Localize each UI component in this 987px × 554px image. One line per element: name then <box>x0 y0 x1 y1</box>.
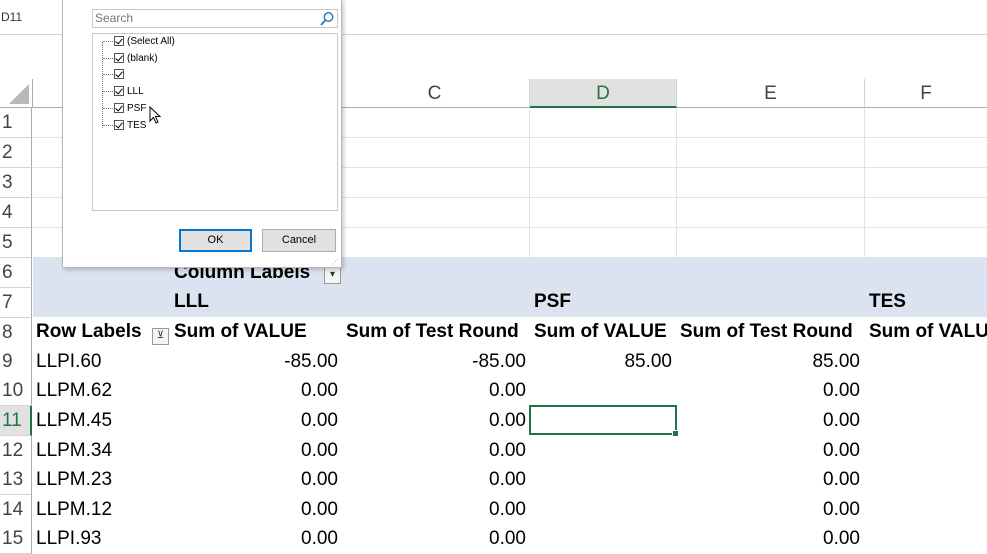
column-header-f[interactable]: F <box>865 79 987 108</box>
row-header-1[interactable]: 1 <box>0 108 32 138</box>
value-cell[interactable]: -85.00 <box>346 347 526 377</box>
checkbox-checked-icon[interactable] <box>114 53 124 64</box>
pivot-header-sum-value: Sum of VALUE <box>534 321 667 342</box>
value-cell[interactable]: 0.00 <box>174 495 338 525</box>
row-header-7[interactable]: 7 <box>0 288 32 318</box>
value-cell[interactable]: 0.00 <box>680 495 860 525</box>
row-label[interactable]: LLPM.23 <box>36 465 112 495</box>
mouse-pointer-icon <box>149 106 162 124</box>
value-cell[interactable]: 0.00 <box>346 406 526 436</box>
filter-funnel-icon: ⊻ <box>156 330 165 341</box>
dropdown-arrow-icon: ▾ <box>329 269 336 280</box>
gridline <box>676 108 677 258</box>
value-cell[interactable]: 85.00 <box>534 347 672 377</box>
active-cell-d11[interactable] <box>529 405 679 437</box>
row-label[interactable]: LLPM.12 <box>36 495 112 525</box>
pivot-header-sum-value: Sum of VALU <box>869 321 987 342</box>
value-cell[interactable]: -85.00 <box>174 347 338 377</box>
pivot-group-psf: PSF <box>534 291 571 312</box>
row-label[interactable]: LLPM.34 <box>36 436 112 466</box>
filter-item-empty[interactable] <box>103 67 127 82</box>
value-cell[interactable]: 0.00 <box>680 465 860 495</box>
select-all-triangle-icon <box>9 84 29 104</box>
row-header-10[interactable]: 10 <box>0 376 32 406</box>
value-cell[interactable]: 0.00 <box>346 524 526 554</box>
row-header-15[interactable]: 15 <box>0 524 32 554</box>
gridline <box>864 108 865 258</box>
row-header-2[interactable]: 2 <box>0 138 32 168</box>
row-header-6[interactable]: 6 <box>0 258 32 288</box>
filter-item-psf[interactable]: PSF <box>103 101 146 116</box>
search-input[interactable]: Search <box>92 9 338 28</box>
row-header-4[interactable]: 4 <box>0 198 32 228</box>
pivot-header-sum-value: Sum of VALUE <box>174 321 307 342</box>
row-labels-filter-button[interactable]: ⊻ <box>152 328 169 345</box>
pivot-group-lll: LLL <box>174 291 209 312</box>
filter-values-list[interactable]: (Select All) (blank) LLL PSF TES <box>92 33 338 211</box>
pivot-header-sum-test-round: Sum of Test Round <box>346 321 519 342</box>
pivot-group-tes: TES <box>869 291 906 312</box>
filter-item-select-all[interactable]: (Select All) <box>103 34 175 49</box>
filter-item-tes[interactable]: TES <box>103 118 146 133</box>
pivot-header-sum-test-round: Sum of Test Round <box>680 321 853 342</box>
filter-item-lll[interactable]: LLL <box>103 84 144 99</box>
select-all-corner[interactable] <box>0 79 33 108</box>
row-header-8[interactable]: 8 <box>0 318 32 348</box>
row-header-11[interactable]: 11 <box>0 406 32 436</box>
row-label[interactable]: LLPM.45 <box>36 406 112 436</box>
search-placeholder: Search <box>95 11 134 25</box>
filter-dropdown-panel: Search (Select All) (blank) LLL PSF TES … <box>62 0 342 268</box>
row-label[interactable]: LLPI.93 <box>36 524 102 554</box>
value-cell[interactable]: 0.00 <box>174 436 338 466</box>
value-cell[interactable]: 0.00 <box>680 524 860 554</box>
checkbox-checked-icon[interactable] <box>114 120 124 131</box>
column-labels-filter-button[interactable]: ▾ <box>324 267 341 284</box>
pivot-row-labels: Row Labels <box>36 321 142 342</box>
value-cell[interactable]: 0.00 <box>680 376 860 406</box>
value-cell[interactable]: 0.00 <box>174 524 338 554</box>
value-cell[interactable]: 0.00 <box>680 436 860 466</box>
name-box[interactable]: D11 <box>0 6 53 28</box>
row-header-9[interactable]: 9 <box>0 347 32 377</box>
value-cell[interactable]: 0.00 <box>346 465 526 495</box>
value-cell[interactable]: 0.00 <box>680 406 860 436</box>
value-cell[interactable]: 0.00 <box>346 495 526 525</box>
row-header-13[interactable]: 13 <box>0 465 32 495</box>
row-header-14[interactable]: 14 <box>0 495 32 525</box>
search-icon <box>320 12 334 26</box>
checkbox-checked-icon[interactable] <box>114 69 124 80</box>
filter-item-blank[interactable]: (blank) <box>103 51 158 66</box>
row-label[interactable]: LLPI.60 <box>36 347 102 377</box>
row-header-12[interactable]: 12 <box>0 436 32 466</box>
column-header-d[interactable]: D <box>530 79 677 108</box>
column-header-c[interactable]: C <box>340 79 530 108</box>
resize-grip-icon[interactable]: ⋰ <box>332 258 339 266</box>
checkbox-checked-icon[interactable] <box>114 36 124 47</box>
value-cell[interactable]: 85.00 <box>680 347 860 377</box>
gridline <box>529 108 530 258</box>
fill-handle[interactable] <box>672 430 679 437</box>
cancel-button[interactable]: Cancel <box>262 229 336 252</box>
ok-button[interactable]: OK <box>179 229 252 252</box>
row-header-3[interactable]: 3 <box>0 168 32 198</box>
checkbox-checked-icon[interactable] <box>114 86 124 97</box>
column-header-e[interactable]: E <box>677 79 865 108</box>
checkbox-checked-icon[interactable] <box>114 103 124 114</box>
row-header-5[interactable]: 5 <box>0 228 32 258</box>
value-cell[interactable]: 0.00 <box>174 406 338 436</box>
row-label[interactable]: LLPM.62 <box>36 376 112 406</box>
value-cell[interactable]: 0.00 <box>174 376 338 406</box>
value-cell[interactable]: 0.00 <box>346 436 526 466</box>
value-cell[interactable]: 0.00 <box>174 465 338 495</box>
value-cell[interactable]: 0.00 <box>346 376 526 406</box>
